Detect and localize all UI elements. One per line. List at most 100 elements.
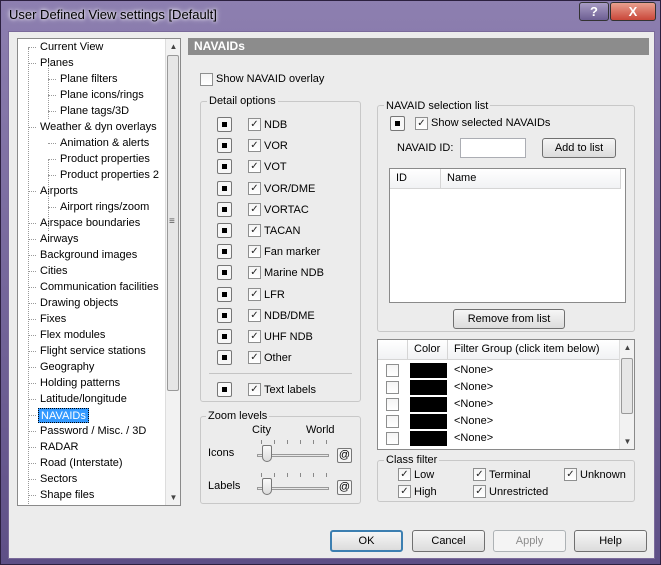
col-filter-group-header[interactable]: Filter Group (click item below) (448, 340, 620, 360)
filter-row-group[interactable]: <None> (454, 398, 493, 411)
filter-row-checkbox[interactable] (386, 398, 399, 411)
scroll-down-icon[interactable]: ▼ (166, 490, 180, 505)
class-terminal-checkbox[interactable]: ✓ (473, 468, 486, 481)
class-high-checkbox[interactable]: ✓ (398, 485, 411, 498)
help-button[interactable]: Help (574, 530, 647, 552)
tree-item-flex-modules[interactable]: Flex modules (38, 328, 107, 343)
labels-zoom-at-button[interactable]: @ (337, 480, 352, 495)
tree-item-weather-dyn-overlays[interactable]: Weather & dyn overlays (38, 120, 159, 135)
filter-row-color[interactable] (410, 431, 447, 446)
ok-button[interactable]: OK (330, 530, 403, 552)
vor-checkbox[interactable]: ✓ (248, 139, 261, 153)
class-unrestricted-checkbox[interactable]: ✓ (473, 485, 486, 498)
filter-table-scrollbar[interactable]: ▲ ▼ (619, 340, 634, 449)
icons-zoom-thumb[interactable] (261, 445, 272, 462)
tree-item-plane-tags-3d[interactable]: Plane tags/3D (58, 104, 131, 119)
tree-item-airport-rings-zoom[interactable]: Airport rings/zoom (58, 200, 151, 215)
tree-item-airways[interactable]: Airways (38, 232, 81, 247)
tree-item-road-interstate[interactable]: Road (Interstate) (38, 456, 125, 471)
text-labels-checkbox[interactable]: ✓ (248, 383, 261, 396)
navaid-id-input[interactable] (460, 138, 526, 158)
tree-item-airspace-boundaries[interactable]: Airspace boundaries (38, 216, 142, 231)
text-labels-color-button[interactable] (217, 382, 232, 397)
ndb-dme-checkbox[interactable]: ✓ (248, 308, 261, 322)
col-name-header[interactable]: Name (441, 169, 621, 189)
add-to-list-button[interactable]: Add to list (542, 138, 616, 158)
tree-item-planes[interactable]: Planes (38, 56, 76, 71)
uhf-ndb-color-button[interactable] (217, 329, 232, 344)
tree-item-holding-patterns[interactable]: Holding patterns (38, 376, 122, 391)
cancel-button[interactable]: Cancel (412, 530, 485, 552)
filter-row-checkbox[interactable] (386, 415, 399, 428)
show-selected-checkbox[interactable]: ✓ (415, 117, 428, 130)
help-title-button[interactable]: ? (579, 2, 609, 21)
filter-row-group[interactable]: <None> (454, 381, 493, 394)
fan-marker-checkbox[interactable]: ✓ (248, 245, 261, 259)
tree-item-radar[interactable]: RADAR (38, 440, 81, 455)
icons-zoom-at-button[interactable]: @ (337, 448, 352, 463)
tree-scrollbar[interactable]: ▲ ≡ ▼ (165, 39, 180, 505)
tree-item-password-misc-3d[interactable]: Password / Misc. / 3D (38, 424, 148, 439)
ndb-color-button[interactable] (217, 117, 232, 132)
filter-row-group[interactable]: <None> (454, 432, 493, 445)
scroll-thumb[interactable]: ≡ (167, 55, 179, 391)
tree-item-sigmet[interactable]: SIGMET (38, 504, 84, 505)
vor-color-button[interactable] (217, 138, 232, 154)
tree-item-flight-service-stations[interactable]: Flight service stations (38, 344, 148, 359)
apply-button[interactable]: Apply (493, 530, 566, 552)
show-overlay-checkbox[interactable] (200, 73, 213, 86)
filter-row-color[interactable] (410, 363, 447, 378)
vor-dme-color-button[interactable] (217, 180, 232, 196)
filter-row-color[interactable] (410, 414, 447, 429)
tree-item-product-properties-2[interactable]: Product properties 2 (58, 168, 161, 183)
navaid-list[interactable]: ID Name (389, 168, 626, 303)
other-checkbox[interactable]: ✓ (248, 351, 261, 365)
tree-item-current-view[interactable]: Current View (38, 40, 105, 55)
tree-item-plane-icons-rings[interactable]: Plane icons/rings (58, 88, 146, 103)
marine-ndb-checkbox[interactable]: ✓ (248, 266, 261, 280)
tree-item-sectors[interactable]: Sectors (38, 472, 79, 487)
other-color-button[interactable] (217, 350, 232, 366)
ndb-checkbox[interactable]: ✓ (248, 118, 261, 131)
tree-item-navaids[interactable]: NAVAIDs (38, 408, 89, 423)
vor-dme-checkbox[interactable]: ✓ (248, 181, 261, 195)
filter-row-color[interactable] (410, 380, 447, 395)
tree-item-background-images[interactable]: Background images (38, 248, 139, 263)
settings-tree[interactable]: Current View Planes Plane filters Plane ico… (17, 38, 181, 506)
tree-item-airports[interactable]: Airports (38, 184, 80, 199)
tree-item-communication-facilities[interactable]: Communication facilities (38, 280, 161, 295)
marine-ndb-color-button[interactable] (217, 265, 232, 281)
scroll-down-icon[interactable]: ▼ (620, 434, 635, 449)
scroll-thumb[interactable] (621, 358, 633, 414)
tree-item-product-properties[interactable]: Product properties (58, 152, 152, 167)
vot-color-button[interactable] (217, 159, 232, 175)
tree-item-shape-files[interactable]: Shape files (38, 488, 96, 503)
lfr-checkbox[interactable]: ✓ (248, 287, 261, 301)
filter-row-group[interactable]: <None> (454, 415, 493, 428)
remove-from-list-button[interactable]: Remove from list (453, 309, 565, 329)
filter-row-checkbox[interactable] (386, 432, 399, 445)
scroll-up-icon[interactable]: ▲ (166, 39, 180, 54)
col-color-header[interactable]: Color (408, 340, 448, 360)
close-button[interactable]: X (610, 2, 656, 21)
filter-row-color[interactable] (410, 397, 447, 412)
vortac-checkbox[interactable]: ✓ (248, 202, 261, 216)
vortac-color-button[interactable] (217, 201, 232, 217)
tacan-checkbox[interactable]: ✓ (248, 224, 261, 237)
labels-zoom-thumb[interactable] (261, 478, 272, 495)
tacan-color-button[interactable] (217, 223, 232, 238)
vot-checkbox[interactable]: ✓ (248, 160, 261, 174)
tree-item-animation-alerts[interactable]: Animation & alerts (58, 136, 151, 151)
uhf-ndb-checkbox[interactable]: ✓ (248, 330, 261, 343)
title-bar[interactable]: User Defined View settings [Default] ? X (1, 1, 661, 29)
scroll-up-icon[interactable]: ▲ (620, 340, 635, 355)
lfr-color-button[interactable] (217, 286, 232, 302)
class-unknown-checkbox[interactable]: ✓ (564, 468, 577, 481)
class-low-checkbox[interactable]: ✓ (398, 468, 411, 481)
filter-row-group[interactable]: <None> (454, 364, 493, 377)
filter-row-checkbox[interactable] (386, 381, 399, 394)
tree-item-fixes[interactable]: Fixes (38, 312, 68, 327)
ndb-dme-color-button[interactable] (217, 307, 232, 323)
filter-group-table[interactable]: Color Filter Group (click item below) <N… (377, 339, 635, 450)
tree-item-geography[interactable]: Geography (38, 360, 96, 375)
